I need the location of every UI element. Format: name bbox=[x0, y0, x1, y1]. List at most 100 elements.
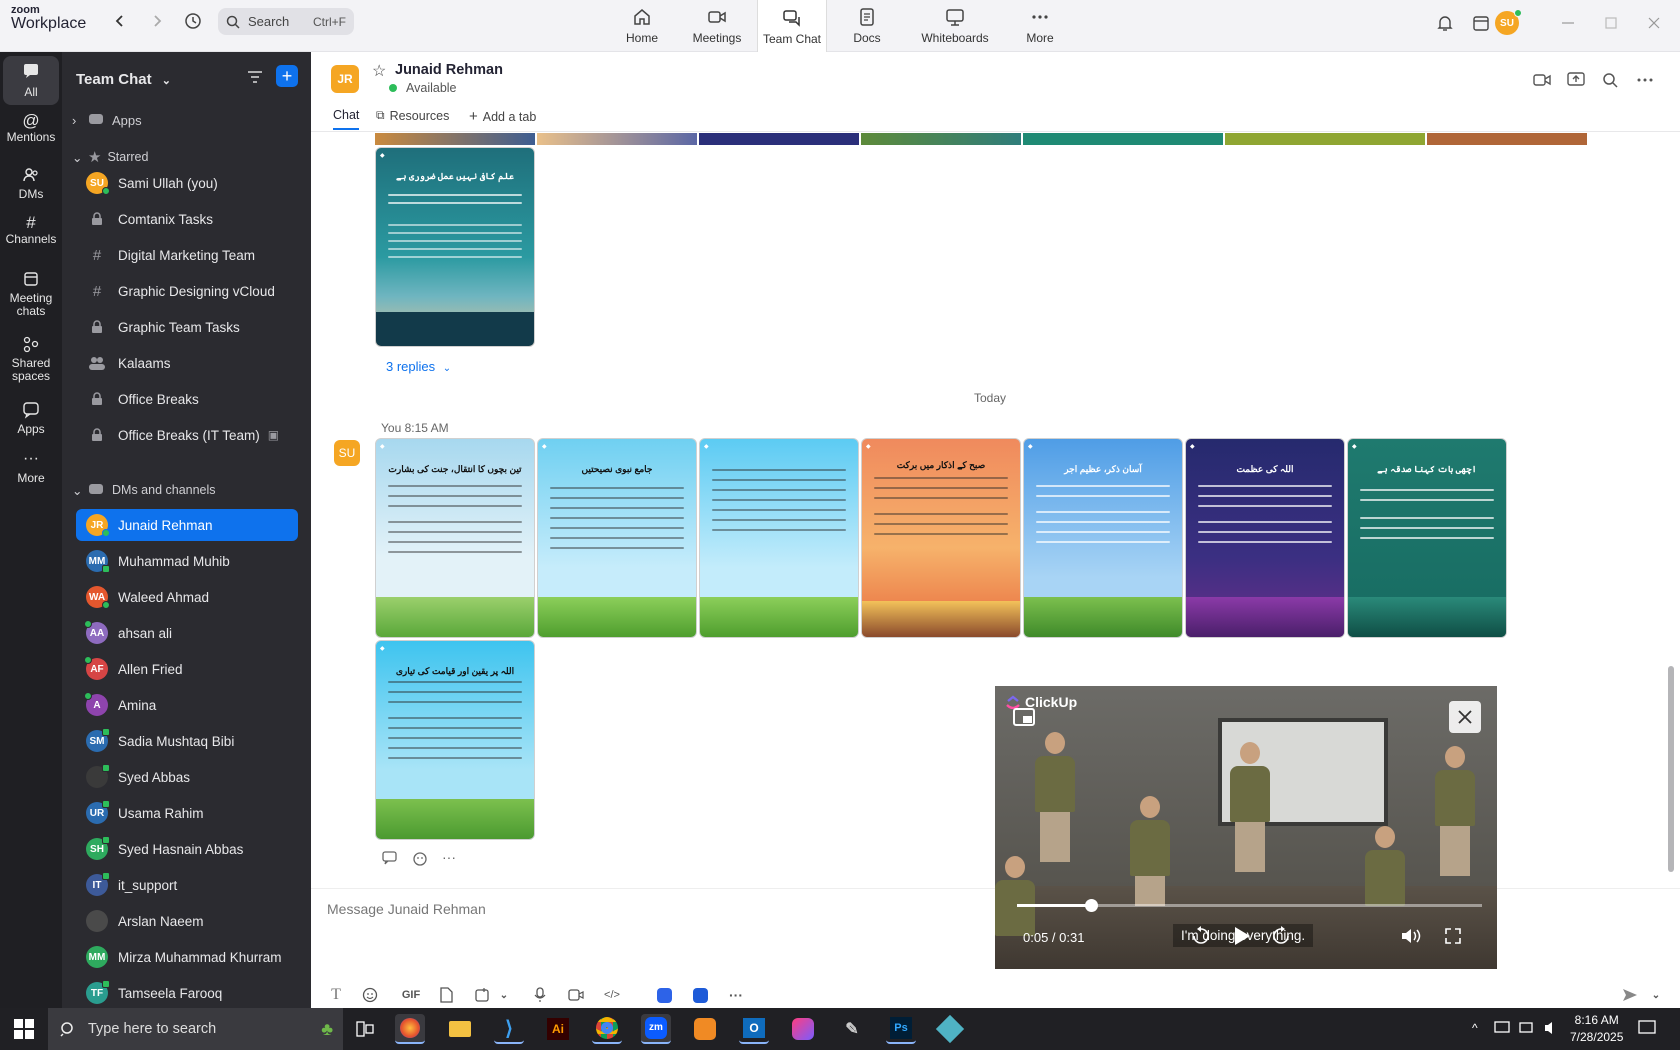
sidebar-item-office-breaks-it-team[interactable]: Office Breaks (IT Team) ▣ bbox=[76, 419, 298, 451]
sidebar-item-graphic-designing-vcloud[interactable]: # Graphic Designing vCloud bbox=[76, 275, 298, 307]
chrome-taskbar-icon[interactable] bbox=[592, 1014, 622, 1044]
sidebar-item-amina[interactable]: A Amina bbox=[76, 689, 298, 721]
sidebar-item-graphic-team-tasks[interactable]: Graphic Team Tasks bbox=[76, 311, 298, 343]
sidebar-item-allen-fried[interactable]: AF Allen Fried bbox=[76, 653, 298, 685]
tab-add[interactable]: + Add a tab bbox=[469, 108, 536, 125]
forward-10-icon[interactable] bbox=[1269, 924, 1293, 948]
shared-image[interactable]: ◆ اللہ پر یقین اور قیامت کی تیاری bbox=[375, 640, 535, 840]
video-call-icon[interactable] bbox=[1532, 70, 1552, 90]
file-explorer-taskbar-icon[interactable] bbox=[445, 1014, 475, 1044]
nav-tab-meetings[interactable]: Meetings bbox=[682, 0, 752, 51]
tab-resources[interactable]: ⧉ Resources bbox=[376, 108, 449, 123]
rail-item-meeting-chats[interactable]: Meeting chats bbox=[3, 270, 59, 318]
image-thumbnail[interactable] bbox=[1427, 133, 1587, 145]
app-taskbar-icon[interactable] bbox=[935, 1014, 965, 1044]
search-icon[interactable] bbox=[1600, 70, 1620, 90]
rewind-10-icon[interactable] bbox=[1189, 924, 1213, 948]
shared-image[interactable]: ◆ اللہ کی عظمت bbox=[1185, 438, 1345, 638]
app-integration-chat-icon[interactable] bbox=[689, 984, 711, 1006]
sidebar-item-kalaams[interactable]: Kalaams bbox=[76, 347, 298, 379]
rail-item-shared-spaces[interactable]: Shared spaces bbox=[3, 335, 59, 383]
file-attach-icon[interactable] bbox=[435, 984, 457, 1006]
thread-replies-link[interactable]: 3 replies ⌄ bbox=[386, 359, 451, 374]
more-options-icon[interactable] bbox=[1635, 70, 1655, 90]
sidebar-item-junaid-rehman[interactable]: JR Junaid Rehman bbox=[76, 509, 298, 541]
image-thumbnail[interactable] bbox=[861, 133, 1021, 145]
tab-chat[interactable]: Chat bbox=[333, 108, 360, 130]
sidebar-item-usama-rahim[interactable]: UR Usama Rahim bbox=[76, 797, 298, 829]
shared-image[interactable]: ◆ bbox=[699, 438, 859, 638]
new-chat-plus-icon[interactable]: + bbox=[276, 65, 298, 87]
chevron-down-icon[interactable]: ⌄ bbox=[493, 984, 515, 1006]
forward-arrow-icon[interactable] bbox=[146, 10, 168, 32]
more-tools-icon[interactable]: ··· bbox=[725, 984, 747, 1006]
sidebar-item-sadia-mushtaq-bibi[interactable]: SM Sadia Mushtaq Bibi bbox=[76, 725, 298, 757]
minimize-window-icon[interactable] bbox=[1557, 12, 1579, 34]
maximize-window-icon[interactable] bbox=[1600, 12, 1622, 34]
search-input[interactable]: Search Ctrl+F bbox=[218, 8, 354, 35]
play-icon[interactable] bbox=[1228, 922, 1256, 950]
app-taskbar-icon[interactable] bbox=[690, 1014, 720, 1044]
zoom-taskbar-icon[interactable]: zm bbox=[641, 1014, 671, 1044]
chevron-down-icon[interactable]: ⌄ bbox=[1645, 984, 1667, 1006]
back-arrow-icon[interactable] bbox=[109, 10, 131, 32]
network-icon[interactable] bbox=[1494, 1020, 1512, 1036]
sidebar-item-it-support[interactable]: IT it_support bbox=[76, 869, 298, 901]
history-icon[interactable] bbox=[182, 10, 204, 32]
text-format-icon[interactable]: T bbox=[325, 984, 347, 1006]
app-taskbar-icon[interactable] bbox=[788, 1014, 818, 1044]
star-outline-icon[interactable]: ☆ bbox=[372, 61, 386, 81]
share-screen-icon[interactable] bbox=[1566, 70, 1586, 90]
sidebar-item-mirza-muhammad-khurram[interactable]: MM Mirza Muhammad Khurram bbox=[76, 941, 298, 973]
photoshop-taskbar-icon[interactable]: Ps bbox=[886, 1014, 916, 1044]
message-input[interactable]: Message Junaid Rehman bbox=[327, 901, 486, 917]
chat-scrollbar[interactable] bbox=[1668, 666, 1674, 872]
sidebar-item-arslan-naeem[interactable]: Arslan Naeem bbox=[76, 905, 298, 937]
nav-tab-home[interactable]: Home bbox=[607, 0, 677, 51]
app-integration-icon[interactable] bbox=[653, 984, 675, 1006]
shared-image[interactable]: ◆ تین بچوں کا انتقال، جنت کی بشارت bbox=[375, 438, 535, 638]
image-thumbnail[interactable] bbox=[375, 133, 535, 145]
windows-start-icon[interactable] bbox=[14, 1019, 34, 1039]
rail-item-apps[interactable]: Apps bbox=[3, 401, 59, 436]
gif-button[interactable]: GIF bbox=[397, 984, 425, 1006]
sidebar-item-sami-ullah[interactable]: SU Sami Ullah (you) bbox=[76, 167, 298, 199]
emoji-icon[interactable] bbox=[359, 984, 381, 1006]
sidebar-item-syed-hasnain-abbas[interactable]: SH Syed Hasnain Abbas bbox=[76, 833, 298, 865]
more-actions-icon[interactable]: ··· bbox=[442, 850, 456, 867]
close-window-icon[interactable] bbox=[1643, 12, 1665, 34]
calendar-icon[interactable] bbox=[1470, 12, 1492, 34]
taskbar-clock[interactable]: 8:16 AM 7/28/2025 bbox=[1570, 1012, 1623, 1046]
image-thumbnail[interactable] bbox=[1225, 133, 1425, 145]
code-snippet-icon[interactable]: </> bbox=[601, 984, 623, 1006]
speaker-icon[interactable] bbox=[1543, 1020, 1561, 1036]
nav-tab-more[interactable]: More bbox=[1005, 0, 1075, 51]
video-seek-bar[interactable] bbox=[1017, 899, 1482, 912]
rail-item-more[interactable]: ··· More bbox=[3, 451, 59, 485]
floating-video-player[interactable]: ClickUp 0:05 / 0:31 I'm doing everything… bbox=[995, 686, 1497, 969]
rail-item-mentions[interactable]: @ Mentions bbox=[3, 112, 59, 144]
task-view-icon[interactable] bbox=[350, 1014, 380, 1044]
shared-image[interactable]: ◆ علم کافی نہیں عمل ضروری ہے bbox=[375, 147, 535, 347]
notification-center-icon[interactable] bbox=[1638, 1020, 1656, 1036]
apps-section[interactable]: › Apps bbox=[72, 112, 142, 128]
sidebar-item-waleed-ahmad[interactable]: WA Waleed Ahmad bbox=[76, 581, 298, 613]
video-message-icon[interactable] bbox=[565, 984, 587, 1006]
system-tray-chevron-icon[interactable]: ^ bbox=[1472, 1021, 1478, 1035]
sidebar-title[interactable]: Team Chat ⌄ bbox=[76, 71, 171, 88]
vscode-taskbar-icon[interactable]: ⟩ bbox=[494, 1014, 524, 1044]
add-reaction-icon[interactable] bbox=[412, 851, 428, 867]
volume-icon[interactable] bbox=[1399, 924, 1423, 948]
image-thumbnail[interactable] bbox=[699, 133, 859, 145]
shared-image[interactable]: ◆ آسان ذکر، عظیم اجر bbox=[1023, 438, 1183, 638]
shared-image[interactable]: ◆ اچھی بات کہنا صدقہ ہے bbox=[1347, 438, 1507, 638]
sidebar-item-digital-marketing-team[interactable]: # Digital Marketing Team bbox=[76, 239, 298, 271]
nav-tab-team-chat[interactable]: Team Chat bbox=[757, 0, 827, 52]
nav-tab-whiteboards[interactable]: Whiteboards bbox=[919, 0, 991, 51]
fullscreen-icon[interactable] bbox=[1441, 924, 1465, 948]
rail-item-channels[interactable]: # Channels bbox=[3, 214, 59, 246]
microphone-icon[interactable] bbox=[529, 984, 551, 1006]
message-sender-avatar[interactable]: SU bbox=[334, 440, 360, 466]
picture-in-picture-icon[interactable] bbox=[1013, 708, 1035, 726]
sidebar-item-comtanix-tasks[interactable]: Comtanix Tasks bbox=[76, 203, 298, 235]
